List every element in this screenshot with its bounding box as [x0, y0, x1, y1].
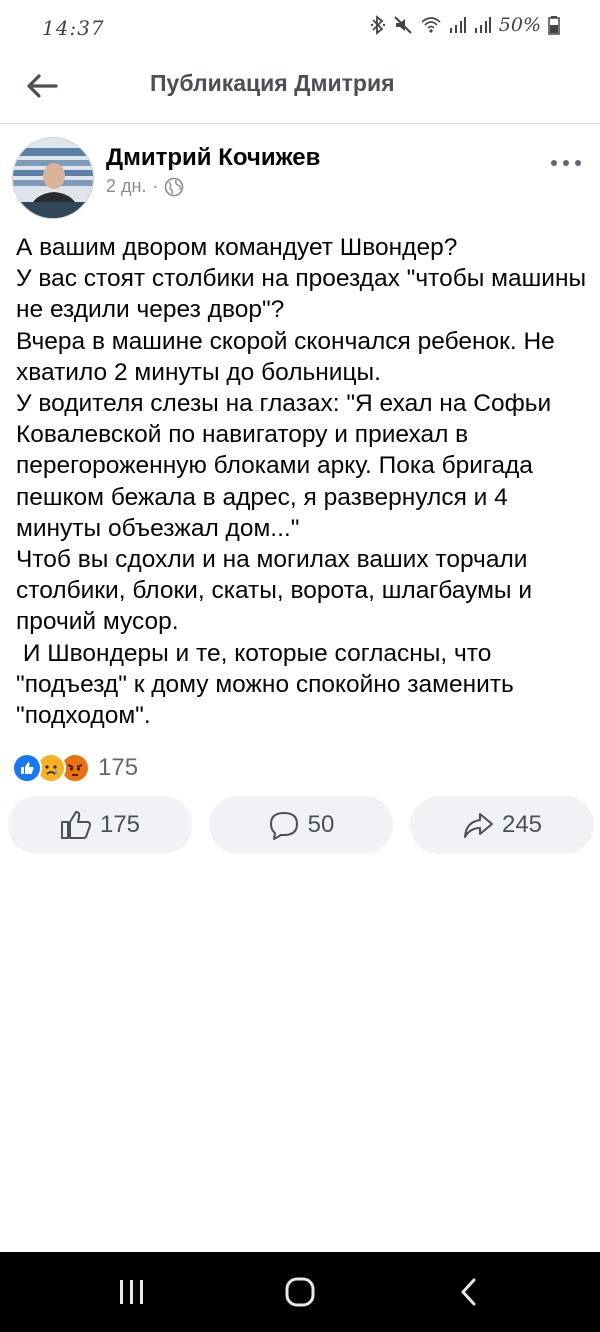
share-count: 245 [501, 811, 543, 838]
comment-count: 50 [307, 811, 335, 838]
post-text: А вашим двором командует Швондер? У вас … [16, 234, 587, 730]
arrow-left-icon [27, 74, 58, 98]
author-avatar[interactable] [12, 137, 94, 219]
meta-separator: · [152, 176, 159, 196]
app-header: Публикация Дмитрия [0, 56, 600, 124]
like-button[interactable]: 175 [8, 796, 192, 854]
page-title: Публикация Дмитрия [150, 70, 395, 96]
share-button[interactable]: 245 [410, 796, 594, 854]
navigation-bar [0, 1252, 600, 1332]
home-icon [285, 1277, 315, 1307]
back-button[interactable] [20, 64, 64, 108]
status-icons: 50% [370, 14, 560, 36]
reaction-count: 175 [98, 754, 139, 781]
home-button[interactable] [270, 1272, 330, 1312]
share-icon [463, 813, 493, 838]
status-bar: 14:37 50% [0, 0, 600, 56]
comment-button[interactable]: 50 [209, 796, 393, 854]
thumbs-up-icon [60, 811, 91, 839]
battery-percent: 50% [498, 14, 541, 36]
nav-back-button[interactable] [438, 1272, 498, 1312]
more-options-button[interactable] [548, 148, 584, 178]
reaction-icons [12, 753, 90, 783]
mute-icon [394, 16, 412, 34]
signal-icon [474, 17, 491, 33]
bluetooth-icon [370, 15, 385, 35]
post-time[interactable]: 2 дн. [106, 176, 146, 197]
battery-icon [548, 16, 560, 35]
recent-apps-button[interactable] [102, 1272, 162, 1312]
more-dots-icon [551, 160, 581, 166]
status-time: 14:37 [42, 16, 105, 40]
author-name[interactable]: Дмитрий Кочижев [106, 144, 320, 172]
post-header: Дмитрий Кочижев 2 дн. · [0, 124, 600, 224]
post-actions: 175 50 245 [8, 796, 594, 854]
globe-icon [165, 177, 184, 196]
comment-icon [269, 812, 298, 840]
reactions-summary[interactable]: 175 [12, 750, 138, 786]
post-meta: 2 дн. · [106, 176, 184, 197]
like-count: 175 [99, 811, 141, 838]
back-icon [461, 1278, 476, 1306]
signal-icon [449, 17, 466, 33]
like-icon [12, 753, 42, 783]
recent-apps-icon [120, 1280, 143, 1304]
wifi-icon [421, 17, 441, 33]
